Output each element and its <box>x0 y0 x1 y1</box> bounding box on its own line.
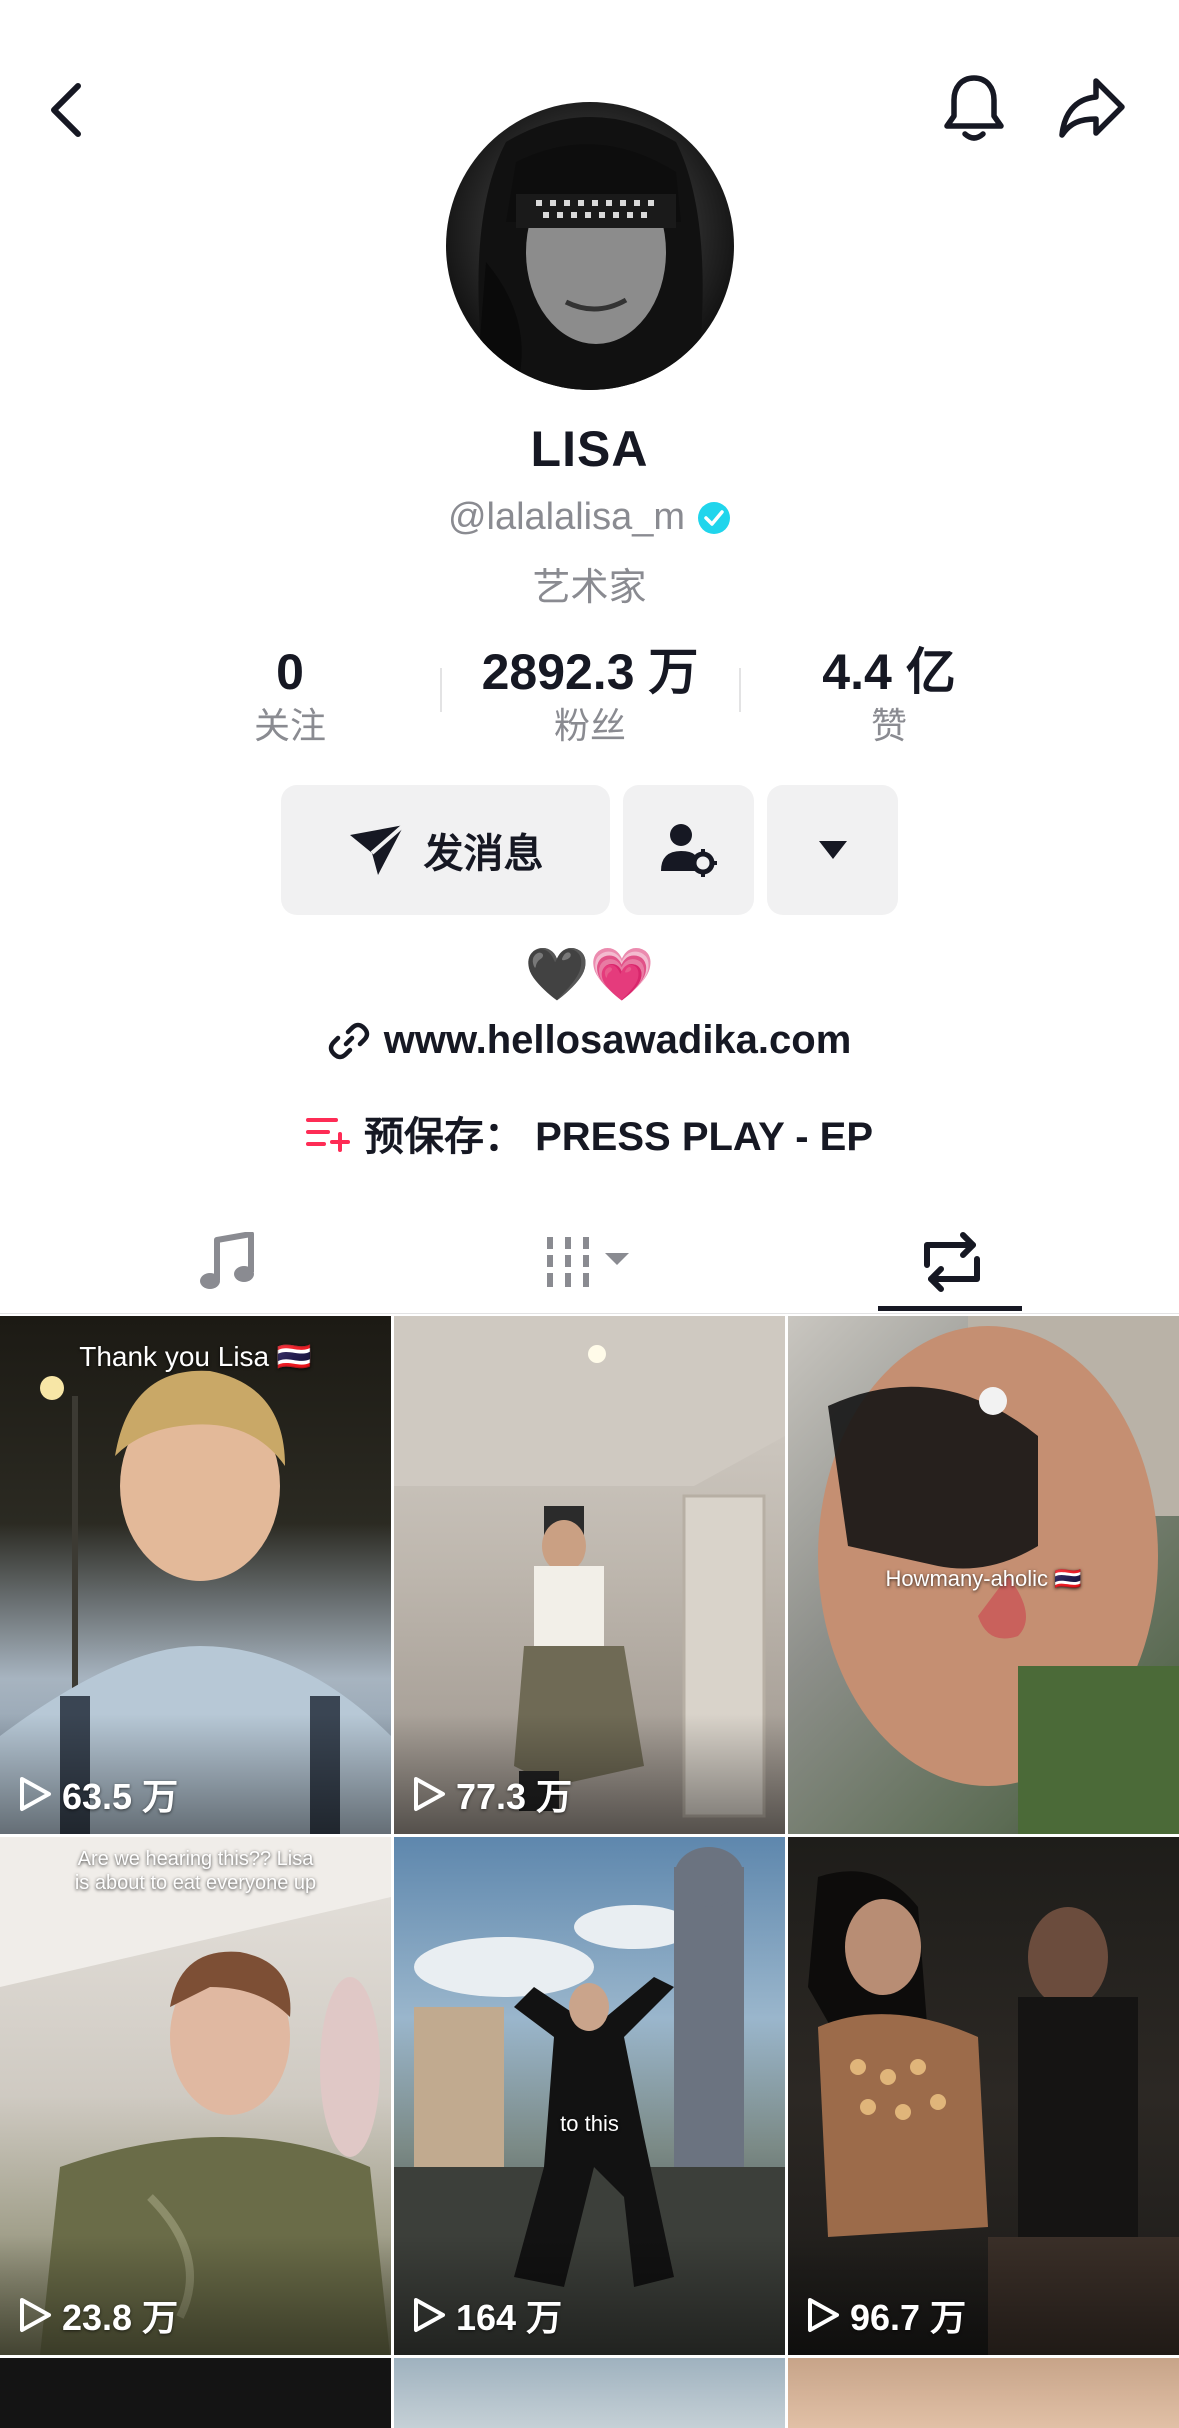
user-gear-icon <box>660 824 717 877</box>
presave-banner[interactable]: 预保存： PRESS PLAY - EP <box>0 1104 1179 1162</box>
tabs-divider <box>0 1313 1179 1314</box>
video-thumbnail[interactable] <box>788 2358 1179 2428</box>
play-icon <box>414 1777 445 1811</box>
profile-category: 艺术家 <box>532 567 647 609</box>
stat-value: 0 <box>276 644 304 700</box>
send-icon <box>349 823 405 875</box>
video-thumbnail[interactable]: 96.7 万 <box>788 1837 1179 2355</box>
active-tab-indicator <box>878 1306 1022 1311</box>
video-caption: Thank you Lisa 🇹🇭 <box>79 1341 312 1372</box>
columns-filter-icon <box>546 1237 629 1287</box>
video-thumbnail[interactable] <box>0 2358 391 2428</box>
tab-music[interactable] <box>30 1210 423 1314</box>
avatar-image <box>476 117 703 390</box>
play-icon <box>414 2298 445 2332</box>
notifications-button[interactable] <box>934 68 1014 148</box>
play-icon <box>20 1777 51 1811</box>
view-count: 77.3 万 <box>412 1768 572 1820</box>
play-icon <box>808 2298 839 2332</box>
stat-following[interactable]: 0 关注 <box>140 640 440 748</box>
video-thumbnail[interactable]: Thank you Lisa 🇹🇭 63.5 万 <box>0 1316 391 1834</box>
video-thumbnail[interactable]: 77.3 万 <box>394 1316 785 1834</box>
content-tabs <box>0 1210 1179 1314</box>
view-count: 63.5 万 <box>18 1768 178 1820</box>
profile-link-text: www.hellosawadika.com <box>383 1018 852 1062</box>
handle-row: @lalalalisa_m <box>0 496 1179 539</box>
stat-label: 粉丝 <box>553 705 626 746</box>
profile-link[interactable]: www.hellosawadika.com <box>0 1018 1179 1063</box>
stat-followers[interactable]: 2892.3 万 粉丝 <box>440 640 740 748</box>
view-count-text: 96.7 万 <box>850 2297 967 2338</box>
view-count-text: 164 万 <box>456 2297 563 2338</box>
view-count: 96.7 万 <box>806 2289 966 2341</box>
caret-down-icon <box>818 841 847 859</box>
view-count: 23.8 万 <box>18 2289 178 2341</box>
chevron-left-icon <box>51 83 81 137</box>
more-options-button[interactable] <box>767 785 898 915</box>
message-button[interactable]: 发消息 <box>281 785 610 915</box>
view-count-text: 63.5 万 <box>62 1776 179 1817</box>
video-caption: Are we hearing this?? Lisa is about to e… <box>74 1848 317 1894</box>
stat-value: 2892.3 万 <box>481 644 699 700</box>
message-button-label: 发消息 <box>423 832 544 876</box>
video-thumbnail[interactable]: Are we hearing this?? Lisa is about to e… <box>0 1837 391 2355</box>
tab-reposts[interactable] <box>755 1210 1148 1314</box>
profile-handle: @lalalalisa_m <box>447 496 686 538</box>
presave-text: 预保存： PRESS PLAY - EP <box>363 1115 874 1159</box>
video-thumbnail[interactable]: Howmany-aholic 🇹🇭 <box>788 1316 1179 1834</box>
stat-value: 4.4 亿 <box>822 644 956 700</box>
link-icon <box>328 1022 369 1059</box>
profile-name: LISA <box>530 421 649 477</box>
share-arrow-icon <box>1059 78 1125 138</box>
play-icon <box>20 2298 51 2332</box>
stat-likes[interactable]: 4.4 亿 赞 <box>739 640 1039 748</box>
video-caption: Howmany-aholic 🇹🇭 <box>885 1566 1082 1591</box>
view-count-text: 23.8 万 <box>62 2297 179 2338</box>
video-thumbnail[interactable]: to this 164 万 <box>394 1837 785 2355</box>
verified-badge-icon <box>698 501 731 534</box>
music-note-icon <box>199 1232 254 1289</box>
playlist-add-icon <box>305 1118 350 1152</box>
video-thumbnail[interactable] <box>394 2358 785 2428</box>
back-button[interactable] <box>26 70 106 150</box>
view-count: 164 万 <box>412 2289 562 2341</box>
profile-bio: 🖤💗 <box>524 946 655 1004</box>
view-count-text: 77.3 万 <box>456 1776 573 1817</box>
avatar[interactable] <box>446 102 734 390</box>
stat-label: 关注 <box>253 705 326 746</box>
follow-settings-button[interactable] <box>623 785 754 915</box>
video-caption: to this <box>560 2111 619 2136</box>
stat-label: 赞 <box>870 705 907 746</box>
bell-icon <box>944 75 1004 141</box>
repost-icon <box>923 1232 980 1292</box>
tab-videos[interactable] <box>393 1210 786 1314</box>
share-button[interactable] <box>1052 68 1132 148</box>
